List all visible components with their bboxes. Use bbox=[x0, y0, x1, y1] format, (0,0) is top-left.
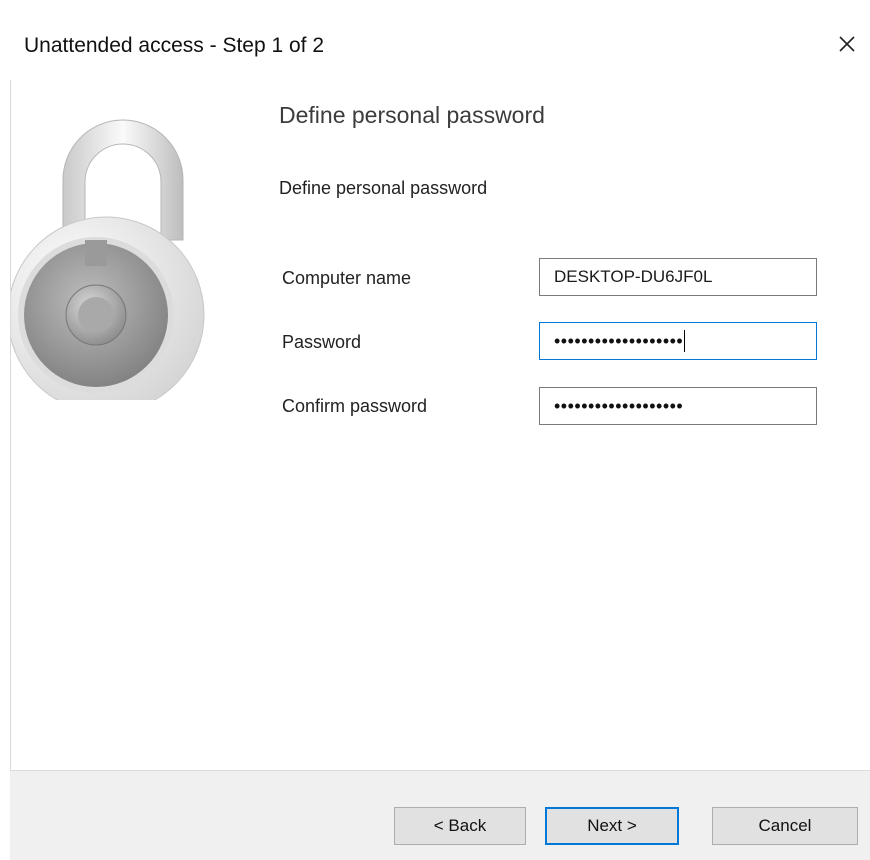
cancel-button[interactable]: Cancel bbox=[712, 807, 858, 845]
computer-name-value: DESKTOP-DU6JF0L bbox=[554, 267, 713, 286]
back-button[interactable]: < Back bbox=[394, 807, 526, 845]
text-caret bbox=[684, 330, 686, 352]
close-button[interactable] bbox=[824, 24, 870, 64]
page-description: Define personal password bbox=[279, 178, 488, 198]
page-heading: Define personal password bbox=[279, 102, 545, 128]
dialog-content: Define personal password Define personal… bbox=[10, 80, 869, 770]
padlock-icon bbox=[11, 119, 205, 400]
window-title: Unattended access - Step 1 of 2 bbox=[24, 34, 325, 57]
confirm-password-label: Confirm password bbox=[282, 396, 428, 416]
title-bar[interactable]: Unattended access - Step 1 of 2 bbox=[10, 10, 870, 80]
password-masked-value: ••••••••••••••••••• bbox=[554, 330, 684, 351]
close-icon bbox=[839, 36, 855, 52]
password-label: Password bbox=[282, 332, 362, 352]
next-button[interactable]: Next > bbox=[545, 807, 679, 845]
computer-name-label: Computer name bbox=[282, 268, 412, 288]
password-field[interactable]: ••••••••••••••••••• bbox=[539, 322, 817, 360]
computer-name-field[interactable]: DESKTOP-DU6JF0L bbox=[539, 258, 817, 296]
dialog-window: Unattended access - Step 1 of 2 Define p… bbox=[0, 0, 870, 860]
window-top-edge bbox=[0, 0, 870, 10]
confirm-password-masked-value: ••••••••••••••••••• bbox=[554, 395, 684, 416]
confirm-password-field[interactable]: ••••••••••••••••••• bbox=[539, 387, 817, 425]
dialog-footer: < Back Next > Cancel bbox=[10, 770, 870, 860]
